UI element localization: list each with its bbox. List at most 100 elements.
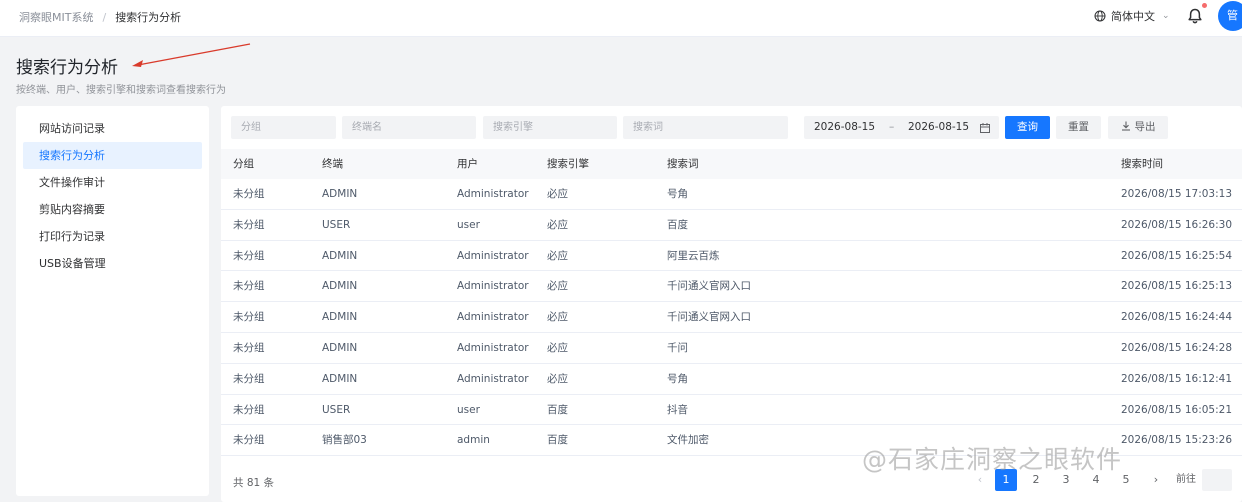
sidebar-item-website[interactable]: 网站访问记录 [23, 115, 202, 142]
table-row[interactable]: 未分组 ADMIN Administrator 必应 号角 2026/08/15… [221, 179, 1242, 210]
cell-time: 2026/08/15 16:25:13 [1121, 280, 1233, 293]
total-count: 共 81 条 [233, 477, 275, 489]
cell-keyword: 号角 [667, 372, 688, 385]
table-row[interactable]: 未分组 ADMIN Administrator 必应 阿里云百炼 2026/08… [221, 241, 1242, 272]
cell-keyword: 千问 [667, 341, 688, 354]
table-row[interactable]: 未分组 ADMIN Administrator 必应 千问通义官网入口 2026… [221, 271, 1242, 303]
reset-button[interactable]: 重置 [1056, 116, 1101, 139]
cell-terminal: USER [322, 403, 351, 416]
cell-user: Administrator [457, 280, 529, 293]
language-selector[interactable]: 简体中文 ⌄ [1094, 8, 1170, 24]
cell-engine: 必应 [547, 188, 568, 200]
sidebar-item-search[interactable]: 搜索行为分析 [23, 142, 202, 169]
cell-time: 2026/08/15 16:05:21 [1121, 403, 1233, 416]
bell-icon[interactable] [1186, 7, 1204, 25]
cell-terminal: ADMIN [322, 341, 358, 354]
col-group: 分组 [233, 158, 254, 170]
sidebar: 网站访问记录 搜索行为分析 文件操作审计 剪贴内容摘要 打印行为记录 USB设备… [16, 106, 209, 496]
calendar-icon [980, 123, 990, 133]
cell-time: 2026/08/15 16:26:30 [1121, 218, 1233, 231]
cell-terminal: ADMIN [322, 188, 358, 200]
sidebar-item-usb[interactable]: USB设备管理 [23, 250, 202, 277]
cell-group: 未分组 [233, 372, 265, 385]
annotation-arrow-icon [132, 43, 251, 67]
breadcrumb: 洞察眼MIT系统 / 搜索行为分析 [19, 9, 181, 25]
sidebar-item-file-audit[interactable]: 文件操作审计 [23, 169, 202, 196]
cell-user: Administrator [457, 372, 529, 385]
export-button[interactable]: 导出 [1108, 116, 1168, 139]
cell-terminal: USER [322, 218, 351, 231]
globe-icon [1094, 10, 1106, 22]
cell-group: 未分组 [233, 311, 265, 324]
cell-terminal: ADMIN [322, 311, 358, 324]
cell-time: 2026/08/15 16:24:44 [1121, 311, 1233, 324]
group-input[interactable]: 分组 [231, 116, 336, 139]
col-terminal: 终端 [322, 158, 343, 170]
cell-engine: 必应 [547, 311, 568, 324]
cell-time: 2026/08/15 16:25:54 [1121, 249, 1233, 262]
cell-time: 2026/08/15 17:03:13 [1121, 188, 1233, 200]
date-range-picker[interactable]: 2026-08-15 – 2026-08-15 [804, 116, 999, 139]
cell-group: 未分组 [233, 218, 265, 231]
col-engine: 搜索引擎 [547, 158, 589, 170]
next-page-icon[interactable]: › [1145, 469, 1167, 491]
table-header: 分组 终端 用户 搜索引擎 搜索词 搜索时间 [221, 149, 1242, 179]
download-icon [1121, 121, 1130, 131]
query-button[interactable]: 查询 [1005, 116, 1050, 139]
terminal-input[interactable]: 终端名 [342, 116, 476, 139]
cell-user: Administrator [457, 249, 529, 262]
engine-input[interactable]: 搜索引擎 [483, 116, 617, 139]
cell-keyword: 百度 [667, 218, 688, 231]
chevron-down-icon: ⌄ [1162, 11, 1170, 21]
cell-user: Administrator [457, 311, 529, 324]
page-subtitle: 按终端、用户、搜索引擎和搜索词查看搜索行为 [16, 85, 226, 96]
cell-group: 未分组 [233, 188, 265, 200]
page-title: 搜索行为分析 [16, 58, 118, 78]
cell-keyword: 号角 [667, 188, 688, 200]
cell-group: 未分组 [233, 403, 265, 416]
cell-terminal: ADMIN [322, 249, 358, 262]
cell-group: 未分组 [233, 280, 265, 293]
sidebar-item-clipboard[interactable]: 剪贴内容摘要 [23, 196, 202, 223]
breadcrumb-root[interactable]: 洞察眼MIT系统 [19, 9, 93, 25]
breadcrumb-separator: / [102, 10, 107, 24]
col-time: 搜索时间 [1121, 158, 1163, 170]
cell-time: 2026/08/15 16:24:28 [1121, 341, 1233, 354]
table-row[interactable]: 未分组 ADMIN Administrator 必应 千问通义官网入口 2026… [221, 302, 1242, 333]
cell-group: 未分组 [233, 434, 265, 447]
cell-terminal: 销售部03 [322, 434, 367, 447]
export-label: 导出 [1134, 121, 1156, 133]
cell-terminal: ADMIN [322, 280, 358, 293]
date-start: 2026-08-15 [814, 121, 876, 133]
date-end: 2026-08-15 [908, 121, 970, 133]
cell-time: 2026/08/15 15:23:26 [1121, 434, 1233, 447]
breadcrumb-current: 搜索行为分析 [115, 11, 182, 24]
keyword-input[interactable]: 搜索词 [623, 116, 788, 139]
goto-page-input[interactable] [1202, 469, 1232, 491]
sidebar-item-print[interactable]: 打印行为记录 [23, 223, 202, 250]
cell-group: 未分组 [233, 249, 265, 262]
cell-engine: 百度 [547, 403, 568, 416]
cell-engine: 必应 [547, 372, 568, 385]
cell-engine: 必应 [547, 249, 568, 262]
table-row[interactable]: 未分组 USER user 百度 抖音 2026/08/15 16:05:21 [221, 395, 1242, 426]
table-row[interactable]: 未分组 ADMIN Administrator 必应 号角 2026/08/15… [221, 364, 1242, 395]
table-row[interactable]: 未分组 USER user 必应 百度 2026/08/15 16:26:30 [221, 210, 1242, 241]
language-label: 简体中文 [1111, 10, 1155, 23]
avatar[interactable]: 管 [1218, 1, 1242, 31]
search-records-table: 分组 终端 用户 搜索引擎 搜索词 搜索时间 未分组 ADMIN Adminis… [221, 149, 1242, 457]
cell-keyword: 千问通义官网入口 [667, 280, 751, 293]
top-bar: 洞察眼MIT系统 / 搜索行为分析 简体中文 ⌄ 管 [0, 0, 1242, 37]
cell-keyword: 文件加密 [667, 434, 709, 447]
cell-user: user [457, 218, 480, 231]
table-row[interactable]: 未分组 ADMIN Administrator 必应 千问 2026/08/15… [221, 333, 1242, 364]
cell-engine: 必应 [547, 280, 568, 293]
cell-keyword: 抖音 [667, 403, 688, 416]
notification-dot [1202, 3, 1207, 8]
cell-engine: 必应 [547, 218, 568, 231]
cell-user: user [457, 403, 480, 416]
cell-engine: 必应 [547, 341, 568, 354]
col-user: 用户 [457, 158, 478, 170]
cell-terminal: ADMIN [322, 372, 358, 385]
cell-time: 2026/08/15 16:12:41 [1121, 372, 1233, 385]
